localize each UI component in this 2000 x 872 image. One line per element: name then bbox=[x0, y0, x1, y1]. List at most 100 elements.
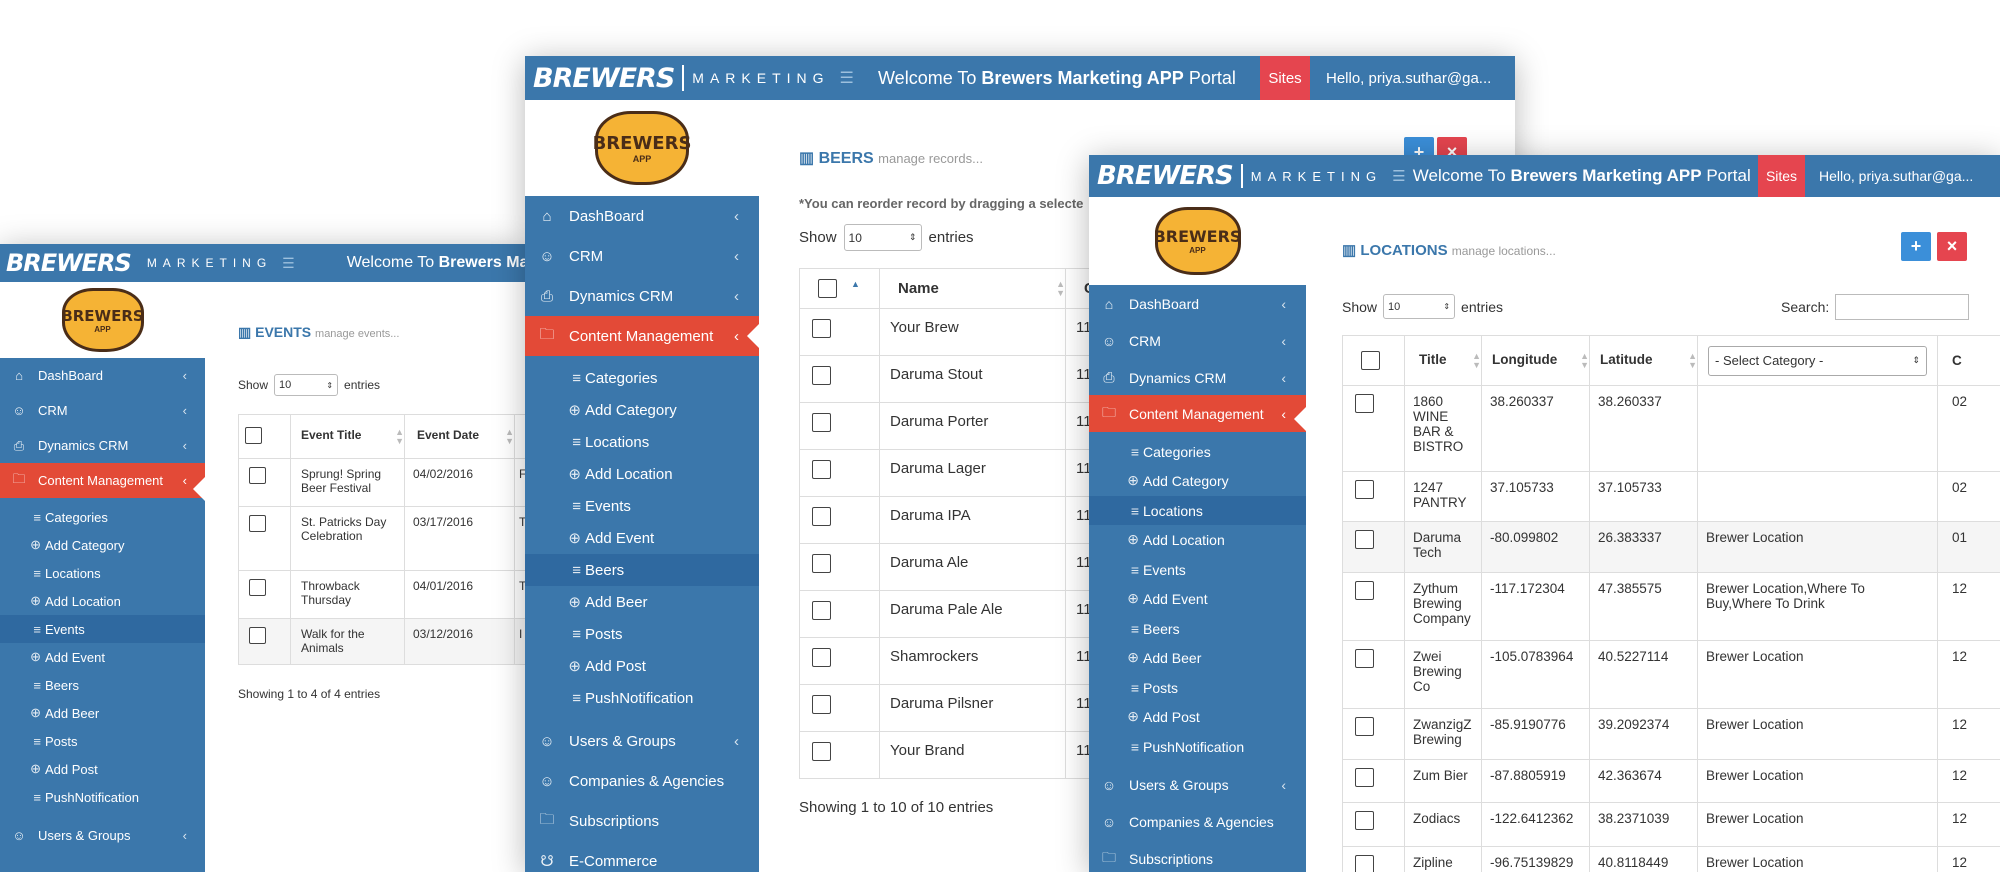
close-button[interactable]: × bbox=[1937, 232, 1967, 261]
nav-dashboard[interactable]: ⌂ DashBoard ‹ bbox=[525, 196, 759, 236]
nav-companies-agencies[interactable]: ☺ Companies & Agencies bbox=[525, 761, 759, 801]
user-greeting[interactable]: Hello, priya.suthar@ga... bbox=[1310, 70, 1515, 87]
sub-posts[interactable]: ≡ Posts bbox=[525, 618, 759, 650]
category-filter-select[interactable]: - Select Category - ⇕ bbox=[1708, 345, 1927, 376]
row-checkbox[interactable] bbox=[249, 627, 266, 644]
sub-categories[interactable]: ≡ Categories bbox=[0, 503, 205, 531]
row-checkbox[interactable] bbox=[1355, 717, 1374, 736]
table-row[interactable]: Sprung! Spring Beer Festival 04/02/2016 … bbox=[238, 458, 525, 507]
sub-categories[interactable]: ≡ Categories bbox=[525, 362, 759, 394]
sub-events[interactable]: ≡ Events bbox=[1089, 555, 1306, 584]
row-checkbox[interactable] bbox=[812, 601, 831, 620]
row-checkbox[interactable] bbox=[1355, 581, 1374, 600]
row-checkbox[interactable] bbox=[249, 515, 266, 532]
sub-events[interactable]: ≡ Events bbox=[525, 490, 759, 522]
sub-add-beer[interactable]: ⊕ Add Beer bbox=[1089, 643, 1306, 672]
row-checkbox[interactable] bbox=[812, 366, 831, 385]
nav-users-groups[interactable]: ☺ Users & Groups ‹ bbox=[525, 721, 759, 761]
table-row[interactable]: Zipline -96.75139829 40.8118449 Brewer Loca… bbox=[1342, 846, 2000, 872]
table-row[interactable]: Zodiacs -122.6412362 38.2371039 Brewer Loca… bbox=[1342, 802, 2000, 847]
page-length-select[interactable]: 10 ⇕ bbox=[843, 224, 922, 251]
row-checkbox[interactable] bbox=[1355, 394, 1374, 413]
row-checkbox[interactable] bbox=[1355, 649, 1374, 668]
nav-users-groups[interactable]: ☺ Users & Groups ‹ bbox=[1089, 766, 1306, 803]
sub-add-category[interactable]: ⊕ Add Category bbox=[525, 394, 759, 426]
search-input[interactable] bbox=[1835, 294, 1970, 320]
table-row[interactable]: Shamrockers 11 bbox=[799, 637, 1130, 685]
column-header[interactable]: Event Date ▲ ▼ bbox=[404, 414, 515, 459]
table-row[interactable]: St. Patricks Day Celebration 03/17/2016 … bbox=[238, 506, 525, 571]
nav-content-management[interactable]: 🗀 Content Management ‹ bbox=[0, 463, 205, 498]
nav-crm[interactable]: ☺ CRM ‹ bbox=[1089, 322, 1306, 359]
sub-beers[interactable]: ≡ Beers bbox=[0, 671, 205, 699]
sites-button[interactable]: Sites bbox=[1758, 155, 1805, 197]
table-row[interactable]: Throwback Thursday 04/01/2016 T bbox=[238, 570, 525, 619]
select-all-checkbox[interactable] bbox=[1361, 351, 1380, 370]
sub-push-notification[interactable]: ≡ PushNotification bbox=[0, 783, 205, 811]
sub-add-category[interactable]: ⊕ Add Category bbox=[0, 531, 205, 559]
menu-icon[interactable]: ☰ bbox=[1392, 167, 1405, 185]
nav-content-management[interactable]: 🗀 Content Management ‹ bbox=[525, 316, 759, 356]
table-row[interactable]: Daruma Lager 11 bbox=[799, 449, 1130, 497]
sites-button[interactable]: Sites bbox=[1260, 56, 1310, 100]
row-checkbox[interactable] bbox=[1355, 530, 1374, 549]
column-header[interactable]: Latitude ▲ ▼ bbox=[1589, 335, 1698, 386]
nav-dynamics-crm[interactable]: ⎙ Dynamics CRM ‹ bbox=[0, 428, 205, 463]
nav-crm[interactable]: ☺ CRM ‹ bbox=[525, 236, 759, 276]
sub-add-category[interactable]: ⊕ Add Category bbox=[1089, 466, 1306, 495]
table-row[interactable]: Zwei Brewing Co -105.0783964 40.5227114 Bre… bbox=[1342, 640, 2000, 709]
nav-dashboard[interactable]: ⌂ DashBoard ‹ bbox=[1089, 285, 1306, 322]
row-checkbox[interactable] bbox=[812, 695, 831, 714]
sub-add-post[interactable]: ⊕ Add Post bbox=[525, 650, 759, 682]
table-row[interactable]: Zum Bier -87.8805919 42.363674 Brewer Locat… bbox=[1342, 759, 2000, 803]
table-row[interactable]: Daruma Pale Ale 11 bbox=[799, 590, 1130, 638]
select-all-checkbox[interactable] bbox=[245, 426, 262, 444]
select-all-checkbox[interactable] bbox=[818, 279, 837, 298]
user-greeting[interactable]: Hello, priya.suthar@ga... bbox=[1805, 168, 2000, 184]
row-checkbox[interactable] bbox=[812, 413, 831, 432]
nav-subscriptions[interactable]: 🗀 Subscriptions bbox=[525, 801, 759, 841]
nav-subscriptions[interactable]: 🗀 Subscriptions bbox=[1089, 840, 1306, 872]
row-checkbox[interactable] bbox=[812, 319, 831, 338]
sub-add-post[interactable]: ⊕ Add Post bbox=[1089, 702, 1306, 731]
nav-crm[interactable]: ☺ CRM ‹ bbox=[0, 393, 205, 428]
table-row[interactable]: Zythum Brewing Company -117.172304 47.3855… bbox=[1342, 572, 2000, 641]
sub-add-event[interactable]: ⊕ Add Event bbox=[525, 522, 759, 554]
table-row[interactable]: Daruma IPA 11 bbox=[799, 496, 1130, 544]
sub-beers[interactable]: ≡ Beers bbox=[525, 554, 759, 586]
row-checkbox[interactable] bbox=[1355, 480, 1374, 499]
table-row[interactable]: 1860 WINE BAR & BISTRO 38.260337 38.260337… bbox=[1342, 385, 2000, 472]
table-row[interactable]: Your Brand 11 bbox=[799, 731, 1130, 779]
table-row[interactable]: 1247 PANTRY 37.105733 37.105733 02 bbox=[1342, 471, 2000, 522]
nav-dynamics-crm[interactable]: ⎙ Dynamics CRM ‹ bbox=[1089, 359, 1306, 396]
row-checkbox[interactable] bbox=[812, 742, 831, 761]
row-checkbox[interactable] bbox=[249, 467, 266, 484]
column-header[interactable]: C bbox=[1937, 335, 2000, 386]
row-checkbox[interactable] bbox=[1355, 768, 1374, 787]
column-header[interactable]: Name ▲ ▼ bbox=[879, 268, 1066, 309]
row-checkbox[interactable] bbox=[812, 648, 831, 667]
sub-categories[interactable]: ≡ Categories bbox=[1089, 437, 1306, 466]
row-checkbox[interactable] bbox=[249, 579, 266, 596]
row-checkbox[interactable] bbox=[812, 460, 831, 479]
sub-add-beer[interactable]: ⊕ Add Beer bbox=[0, 699, 205, 727]
nav-companies-agencies[interactable]: ☺ Companies & Agencies bbox=[1089, 803, 1306, 840]
sub-push-notification[interactable]: ≡ PushNotification bbox=[1089, 732, 1306, 761]
table-row[interactable]: ZwanzigZ Brewing -85.9190776 39.2092374 Bre… bbox=[1342, 708, 2000, 760]
sub-add-location[interactable]: ⊕ Add Location bbox=[1089, 525, 1306, 554]
table-row[interactable]: Daruma Pilsner 11 bbox=[799, 684, 1130, 732]
sub-add-beer[interactable]: ⊕ Add Beer bbox=[525, 586, 759, 618]
row-checkbox[interactable] bbox=[812, 507, 831, 526]
sub-locations[interactable]: ≡ Locations bbox=[0, 559, 205, 587]
table-row[interactable]: Walk for the Animals 03/12/2016 I bbox=[238, 618, 525, 665]
row-checkbox[interactable] bbox=[1355, 855, 1374, 872]
sub-posts[interactable]: ≡ Posts bbox=[1089, 673, 1306, 702]
sub-add-event[interactable]: ⊕ Add Event bbox=[0, 643, 205, 671]
nav-users-groups[interactable]: ☺ Users & Groups ‹ bbox=[0, 818, 205, 853]
sub-locations[interactable]: ≡ Locations bbox=[525, 426, 759, 458]
sub-add-event[interactable]: ⊕ Add Event bbox=[1089, 584, 1306, 613]
menu-icon[interactable]: ☰ bbox=[282, 255, 295, 272]
page-length-select[interactable]: 10 ⇕ bbox=[274, 374, 339, 396]
column-header[interactable]: Title ▲ ▼ bbox=[1404, 335, 1482, 386]
nav-ecommerce[interactable]: ☋ E-Commerce bbox=[525, 841, 759, 872]
